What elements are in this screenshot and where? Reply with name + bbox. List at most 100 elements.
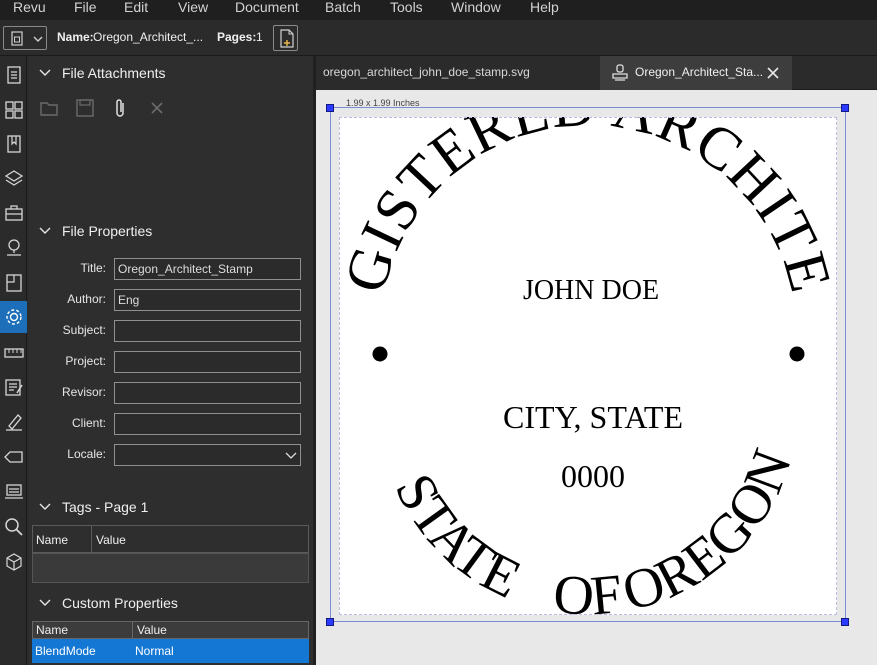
project-label: Project: — [65, 354, 106, 368]
tags-name-column[interactable]: Name — [36, 533, 68, 547]
search-button[interactable] — [0, 511, 27, 543]
document-name: Oregon_Architect_... — [93, 30, 204, 44]
tags-table-header: Name Value — [32, 525, 309, 553]
title-label: Title: — [80, 261, 106, 275]
tags-header[interactable]: Tags - Page 1 — [28, 497, 148, 517]
file-access-icon — [5, 274, 22, 292]
author-label: Author: — [67, 292, 106, 306]
document-dropdown[interactable] — [3, 26, 47, 50]
locale-select[interactable] — [114, 444, 301, 466]
signatures-button[interactable] — [0, 406, 27, 438]
markups-button[interactable] — [0, 371, 27, 403]
thumbnails-button[interactable] — [0, 59, 27, 91]
thumbnails-icon — [6, 66, 21, 84]
layers-button[interactable] — [0, 162, 27, 194]
subject-label: Subject: — [62, 323, 106, 337]
insert-page-button[interactable] — [273, 25, 298, 51]
menu-tools[interactable]: Tools — [390, 0, 423, 15]
document-tab-bar: oregon_architect_john_doe_stamp.svg Oreg… — [316, 56, 877, 90]
toolbar: Name: Oregon_Architect_... Pages: 1 — [0, 20, 877, 56]
file-properties-header[interactable]: File Properties — [28, 221, 152, 241]
toolbox-icon — [4, 205, 23, 221]
custom-value-column[interactable]: Value — [137, 623, 167, 637]
title-field[interactable]: Oregon_Architect_Stamp — [114, 258, 301, 280]
close-icon — [767, 67, 779, 79]
subject-field[interactable] — [114, 320, 301, 342]
places-icon — [6, 239, 21, 256]
file-attachments-title: File Attachments — [62, 65, 166, 81]
places-button[interactable] — [0, 232, 27, 264]
document-canvas[interactable]: 1.99 x 1.99 Inches REGISTERED ARCHITECT … — [316, 64, 877, 665]
markups-list-icon — [4, 379, 23, 396]
folder-icon — [40, 102, 58, 116]
client-field[interactable] — [114, 413, 301, 435]
revisor-field[interactable] — [114, 382, 301, 404]
paperclip-icon — [116, 99, 124, 117]
menu-help[interactable]: Help — [530, 0, 559, 15]
project-field[interactable] — [114, 351, 301, 373]
measurements-button[interactable] — [0, 337, 27, 369]
chevron-down-icon — [39, 227, 51, 234]
grid-icon — [4, 101, 23, 119]
studio-button[interactable] — [0, 476, 27, 508]
search-icon — [4, 518, 23, 536]
tab-stamp-document[interactable]: Oregon_Architect_Sta... — [600, 56, 792, 90]
table-row[interactable]: BlendMode Normal — [32, 639, 309, 663]
layers-icon — [4, 170, 23, 186]
3d-button[interactable] — [0, 546, 27, 578]
document-icon — [11, 31, 43, 46]
save-icon — [76, 99, 94, 117]
attach-file-button[interactable] — [109, 96, 133, 120]
custom-row-value: Normal — [135, 644, 174, 658]
stamp-icon — [612, 64, 628, 81]
custom-name-column[interactable]: Name — [36, 623, 68, 637]
author-field[interactable]: Eng — [114, 289, 301, 311]
file-attachments-header[interactable]: File Attachments — [28, 63, 166, 83]
chevron-down-icon — [39, 503, 51, 510]
properties-panel: File Attachments File Properties Title: … — [28, 56, 313, 665]
bookmarks-button[interactable] — [0, 128, 27, 160]
app-window: Revu File Edit View Document Batch Tools… — [0, 0, 877, 665]
bookmarks-icon — [6, 135, 21, 153]
menu-window[interactable]: Window — [451, 0, 501, 15]
properties-button[interactable] — [0, 301, 27, 333]
close-tab-button[interactable] — [764, 64, 782, 82]
left-icon-bar — [0, 56, 27, 665]
open-attachment-button[interactable] — [37, 96, 61, 120]
menu-view[interactable]: View — [178, 0, 208, 15]
tags-button[interactable] — [0, 441, 27, 473]
menu-batch[interactable]: Batch — [325, 0, 361, 15]
resize-handle-top-left[interactable] — [326, 104, 334, 112]
toolbox-button[interactable] — [0, 197, 27, 229]
name-label: Name: — [57, 30, 94, 44]
menu-bar: Revu File Edit View Document Batch Tools… — [0, 0, 877, 20]
menu-document[interactable]: Document — [235, 0, 299, 15]
client-label: Client: — [71, 416, 106, 430]
revisor-label: Revisor: — [61, 385, 106, 399]
tab-svg-document-label: oregon_architect_john_doe_stamp.svg — [323, 65, 530, 79]
tab-stamp-document-label: Oregon_Architect_Sta... — [635, 65, 764, 79]
resize-handle-bottom-right[interactable] — [841, 618, 849, 626]
tag-icon — [3, 451, 23, 463]
selection-box — [330, 107, 846, 622]
resize-handle-top-right[interactable] — [841, 104, 849, 112]
ruler-icon — [3, 348, 24, 358]
pages-count: 1 — [256, 30, 263, 44]
custom-properties-header[interactable]: Custom Properties — [28, 593, 178, 613]
save-attachment-button[interactable] — [73, 96, 97, 120]
insert-page-icon — [280, 29, 294, 48]
custom-row-name: BlendMode — [35, 644, 96, 658]
custom-table-header: Name Value — [32, 621, 309, 639]
menu-revu[interactable]: Revu — [13, 0, 46, 15]
pages-label: Pages: — [217, 30, 257, 44]
menu-edit[interactable]: Edit — [124, 0, 148, 15]
menu-file[interactable]: File — [74, 0, 97, 15]
tags-value-column[interactable]: Value — [96, 533, 126, 547]
grid-button[interactable] — [0, 94, 27, 126]
resize-handle-bottom-left[interactable] — [326, 618, 334, 626]
file-access-button[interactable] — [0, 267, 27, 299]
tab-svg-document[interactable]: oregon_architect_john_doe_stamp.svg — [316, 56, 600, 90]
studio-icon — [4, 484, 23, 499]
locale-label: Locale: — [67, 447, 106, 461]
delete-attachment-button[interactable] — [145, 96, 169, 120]
